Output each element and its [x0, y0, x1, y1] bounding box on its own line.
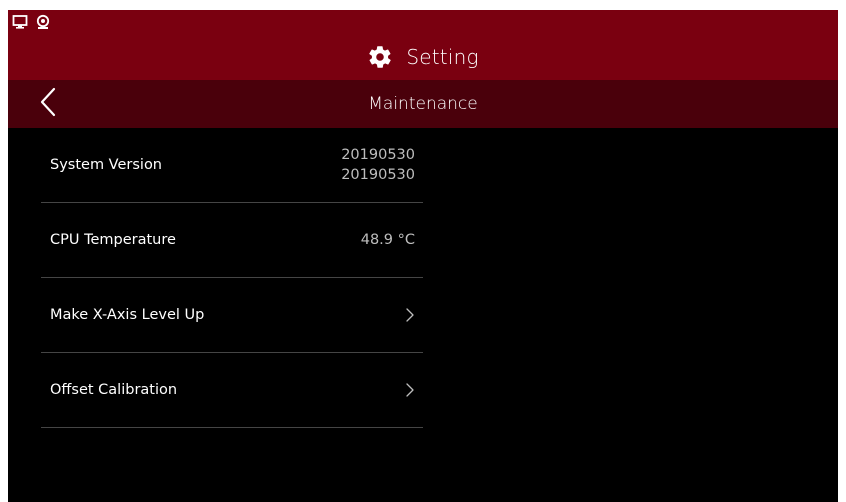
system-version-value-line2: 20190530 [341, 167, 415, 183]
screen: Setting Maintenance System Version 20190… [8, 10, 838, 502]
cpu-temperature-value-text: 48.9 °C [360, 232, 415, 248]
status-bar [8, 10, 838, 34]
offset-calibration-label: Offset Calibration [50, 382, 178, 398]
system-version-row: System Version 20190530 20190530 [41, 128, 423, 203]
chevron-right-icon [405, 382, 415, 398]
cpu-temperature-row: CPU Temperature 48.9 °C [41, 203, 423, 278]
chevron-left-icon [39, 87, 57, 121]
chevron-right-icon [405, 307, 415, 323]
page-title: Setting [406, 45, 479, 69]
x-axis-level-row[interactable]: Make X-Axis Level Up [41, 278, 423, 353]
system-version-label: System Version [50, 157, 162, 173]
maintenance-list: System Version 20190530 20190530 CPU Tem… [41, 128, 423, 428]
section-title: Maintenance [368, 94, 478, 114]
header: Setting [8, 34, 838, 80]
system-version-value: 20190530 20190530 [341, 128, 415, 202]
offset-calibration-row[interactable]: Offset Calibration [41, 353, 423, 428]
back-button[interactable] [26, 86, 70, 122]
cpu-temperature-label: CPU Temperature [50, 232, 176, 248]
system-version-value-line1: 20190530 [341, 147, 415, 163]
x-axis-level-label: Make X-Axis Level Up [50, 307, 205, 323]
cpu-temperature-value: 48.9 °C [361, 203, 415, 277]
subheader: Maintenance [8, 80, 838, 128]
gear-icon [367, 44, 393, 70]
webcam-icon [35, 14, 51, 30]
monitor-icon [12, 14, 28, 30]
